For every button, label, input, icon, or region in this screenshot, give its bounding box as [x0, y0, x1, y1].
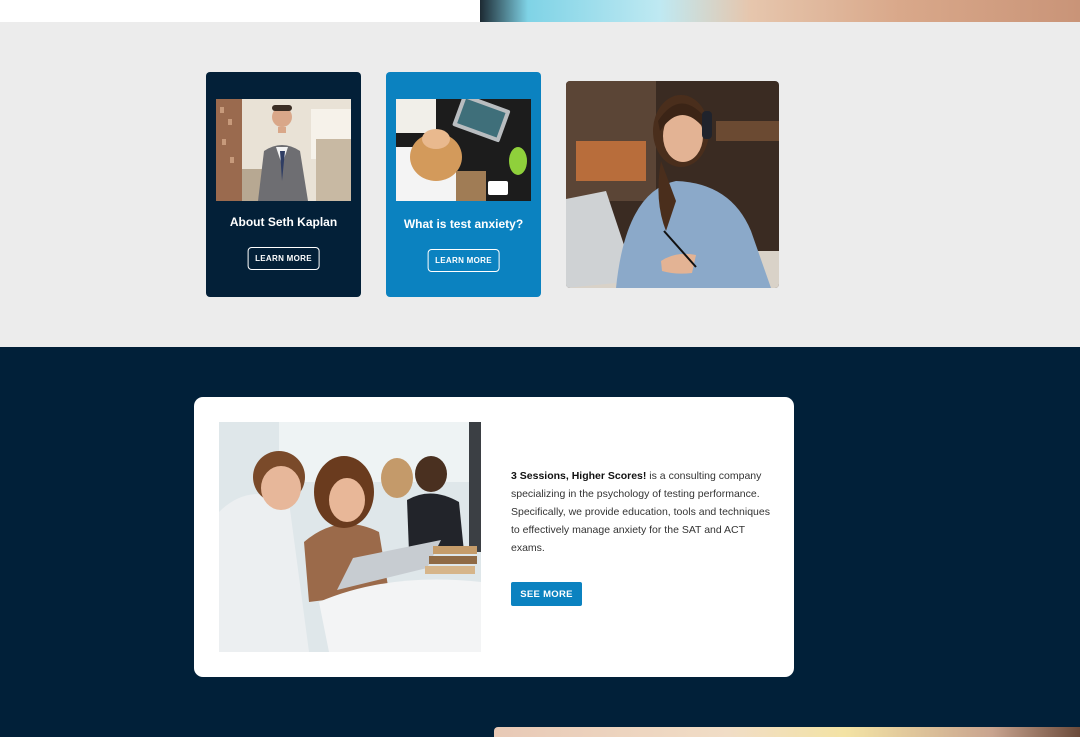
- company-description: 3 Sessions, Higher Scores! is a consulti…: [511, 467, 773, 557]
- test-anxiety-card-title: What is test anxiety?: [403, 217, 524, 231]
- see-more-button[interactable]: SEE MORE: [511, 582, 582, 606]
- company-info-card: 3 Sessions, Higher Scores! is a consulti…: [194, 397, 794, 677]
- banner-photo: [480, 0, 1080, 22]
- students-at-laptop-photo: [219, 422, 481, 652]
- learn-more-button[interactable]: LEARN MORE: [427, 249, 500, 272]
- student-with-headphones-photo: [566, 81, 779, 288]
- next-section-photo: [494, 727, 1080, 737]
- test-anxiety-card: What is test anxiety? LEARN MORE: [386, 72, 541, 297]
- top-banner-strip: [0, 0, 1080, 22]
- learn-more-button[interactable]: LEARN MORE: [247, 247, 320, 270]
- company-tagline: 3 Sessions, Higher Scores!: [511, 470, 647, 482]
- about-card: About Seth Kaplan LEARN MORE: [206, 72, 361, 297]
- man-in-suit-photo: [216, 99, 351, 201]
- stressed-student-photo: [396, 99, 531, 201]
- about-card-title: About Seth Kaplan: [229, 215, 338, 229]
- company-description-body: is a consulting company specializing in …: [511, 470, 770, 554]
